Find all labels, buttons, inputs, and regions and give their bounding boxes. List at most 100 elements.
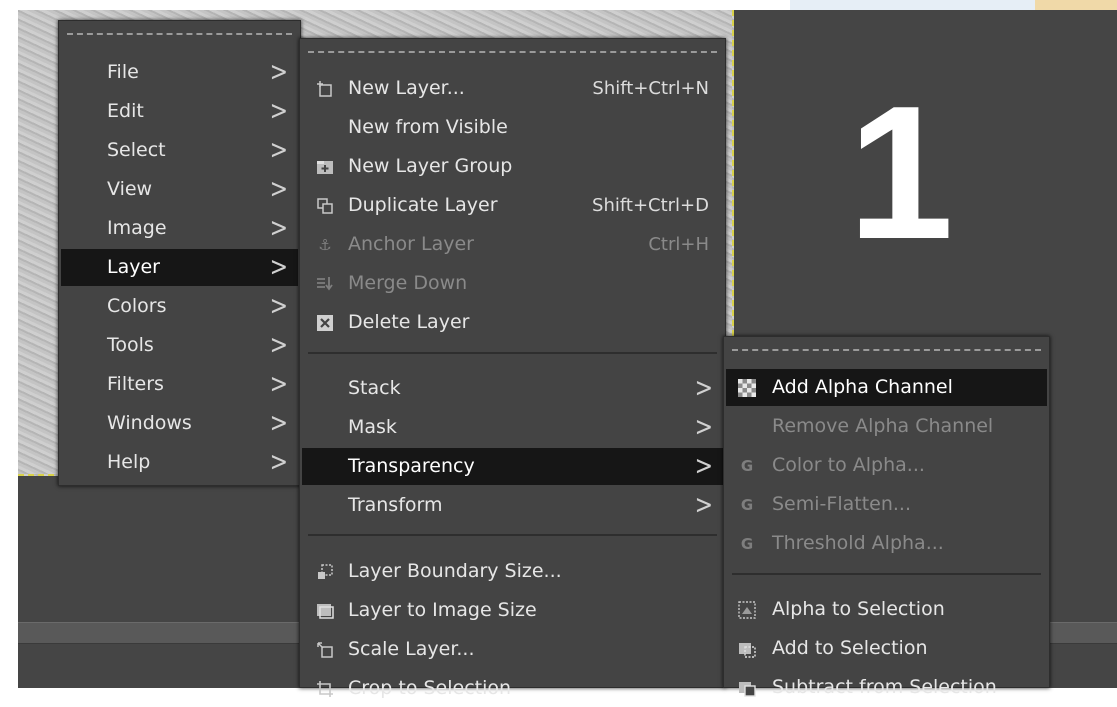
menu-item-label: Layer xyxy=(107,256,160,278)
menu-item-new-from-visible[interactable]: New from Visible xyxy=(302,109,723,146)
subtract-selection-icon xyxy=(738,679,756,697)
menu-item-label: Transform xyxy=(348,494,443,516)
menu-item-help[interactable]: Help > xyxy=(61,444,298,481)
chevron-right-icon: > xyxy=(269,135,288,166)
chevron-right-icon: > xyxy=(269,330,288,361)
menu-item-add-alpha-channel[interactable]: Add Alpha Channel xyxy=(726,369,1047,406)
duplicate-icon xyxy=(316,197,334,215)
menu-item-tools[interactable]: Tools > xyxy=(61,327,298,364)
chevron-right-icon: > xyxy=(694,451,713,482)
menu-item-transparency[interactable]: Transparency > xyxy=(302,448,723,485)
chevron-right-icon: > xyxy=(269,213,288,244)
menu-separator xyxy=(308,534,717,536)
menu-item-filters[interactable]: Filters > xyxy=(61,366,298,403)
menu-tearoff[interactable] xyxy=(67,33,292,35)
layer-to-image-icon xyxy=(316,602,334,620)
menu-item-layer-to-image-size[interactable]: Layer to Image Size xyxy=(302,592,723,629)
menu-tearoff[interactable] xyxy=(732,349,1041,351)
menu-separator xyxy=(732,573,1041,575)
menu-item-label: New Layer... xyxy=(348,77,465,99)
menu-item-label: Layer to Image Size xyxy=(348,599,537,621)
chevron-right-icon: > xyxy=(694,373,713,404)
menu-item-alpha-to-selection[interactable]: Alpha to Selection xyxy=(726,591,1047,628)
menu-item-label: New Layer Group xyxy=(348,155,513,177)
menu-item-label: Merge Down xyxy=(348,272,468,294)
menu-item-transform[interactable]: Transform > xyxy=(302,487,723,524)
menu-item-add-to-selection[interactable]: Add to Selection xyxy=(726,630,1047,667)
shortcut-label: Shift+Ctrl+D xyxy=(592,195,709,216)
layer-group-icon xyxy=(316,158,334,176)
chevron-right-icon: > xyxy=(269,96,288,127)
crop-icon xyxy=(316,680,334,698)
delete-icon xyxy=(316,314,334,332)
checkerboard-icon xyxy=(738,379,756,397)
step-number: 1 xyxy=(848,67,954,279)
menu-item-label: Threshold Alpha... xyxy=(772,532,944,554)
menu-item-edit[interactable]: Edit > xyxy=(61,93,298,130)
resize-icon xyxy=(316,563,334,581)
menu-item-duplicate-layer[interactable]: Duplicate Layer Shift+Ctrl+D xyxy=(302,187,723,224)
menu-item-new-layer-group[interactable]: New Layer Group xyxy=(302,148,723,185)
menu-item-label: Add to Selection xyxy=(772,637,928,659)
menu-item-scale-layer[interactable]: Scale Layer... xyxy=(302,631,723,668)
shortcut-label: Ctrl+H xyxy=(648,234,709,255)
menu-item-label: Crop to Selection xyxy=(348,677,512,699)
gegl-icon: G xyxy=(740,457,754,475)
alpha-to-selection-icon xyxy=(738,601,756,619)
menu-item-anchor-layer[interactable]: ⚓ Anchor Layer Ctrl+H xyxy=(302,226,723,263)
menu-item-threshold-alpha[interactable]: G Threshold Alpha... xyxy=(726,525,1047,562)
menu-item-crop-to-selection[interactable]: Crop to Selection xyxy=(302,670,723,707)
window-top-strip xyxy=(790,0,1117,10)
menu-item-new-layer[interactable]: New Layer... Shift+Ctrl+N xyxy=(302,70,723,107)
gegl-icon: G xyxy=(740,496,754,514)
menu-item-label: Help xyxy=(107,451,151,473)
menu-item-label: Windows xyxy=(107,412,192,434)
shortcut-label: Shift+Ctrl+N xyxy=(592,78,709,99)
menu-item-label: Select xyxy=(107,139,166,161)
menu-item-label: Anchor Layer xyxy=(348,233,474,255)
menu-item-image[interactable]: Image > xyxy=(61,210,298,247)
menu-item-merge-down[interactable]: Merge Down xyxy=(302,265,723,302)
menu-item-label: Delete Layer xyxy=(348,311,470,333)
chevron-right-icon: > xyxy=(269,447,288,478)
menu-item-label: Image xyxy=(107,217,167,239)
menu-item-stack[interactable]: Stack > xyxy=(302,370,723,407)
anchor-icon: ⚓ xyxy=(318,236,332,254)
menu-item-mask[interactable]: Mask > xyxy=(302,409,723,446)
menu-item-label: Tools xyxy=(107,334,154,356)
chevron-right-icon: > xyxy=(269,369,288,400)
menu-item-label: View xyxy=(107,178,153,200)
menu-item-delete-layer[interactable]: Delete Layer xyxy=(302,304,723,341)
new-layer-icon xyxy=(316,80,334,98)
menu-item-label: Mask xyxy=(348,416,397,438)
menu-item-label: Colors xyxy=(107,295,167,317)
menu-item-file[interactable]: File > xyxy=(61,54,298,91)
image-menu: File > Edit > Select > View > Image > La… xyxy=(58,20,301,486)
menu-separator xyxy=(308,352,717,354)
menu-item-label: New from Visible xyxy=(348,116,508,138)
menu-item-view[interactable]: View > xyxy=(61,171,298,208)
menu-item-label: Color to Alpha... xyxy=(772,454,925,476)
chevron-right-icon: > xyxy=(694,412,713,443)
menu-item-layer[interactable]: Layer > xyxy=(61,249,298,286)
menu-item-label: Duplicate Layer xyxy=(348,194,498,216)
menu-item-semi-flatten[interactable]: G Semi-Flatten... xyxy=(726,486,1047,523)
menu-item-label: Semi-Flatten... xyxy=(772,493,911,515)
chevron-right-icon: > xyxy=(269,408,288,439)
menu-item-label: Remove Alpha Channel xyxy=(772,415,994,437)
menu-item-label: Add Alpha Channel xyxy=(772,376,953,398)
add-selection-icon xyxy=(738,640,756,658)
menu-item-layer-boundary-size[interactable]: Layer Boundary Size... xyxy=(302,553,723,590)
chevron-right-icon: > xyxy=(694,490,713,521)
gegl-icon: G xyxy=(740,535,754,553)
menu-item-color-to-alpha[interactable]: G Color to Alpha... xyxy=(726,447,1047,484)
menu-item-label: File xyxy=(107,61,139,83)
menu-item-label: Scale Layer... xyxy=(348,638,475,660)
transparency-menu: Add Alpha Channel Remove Alpha Channel G… xyxy=(723,336,1050,698)
menu-item-remove-alpha-channel[interactable]: Remove Alpha Channel xyxy=(726,408,1047,445)
menu-tearoff[interactable] xyxy=(308,51,717,53)
menu-item-colors[interactable]: Colors > xyxy=(61,288,298,325)
menu-item-windows[interactable]: Windows > xyxy=(61,405,298,442)
menu-item-select[interactable]: Select > xyxy=(61,132,298,169)
chevron-right-icon: > xyxy=(269,291,288,322)
